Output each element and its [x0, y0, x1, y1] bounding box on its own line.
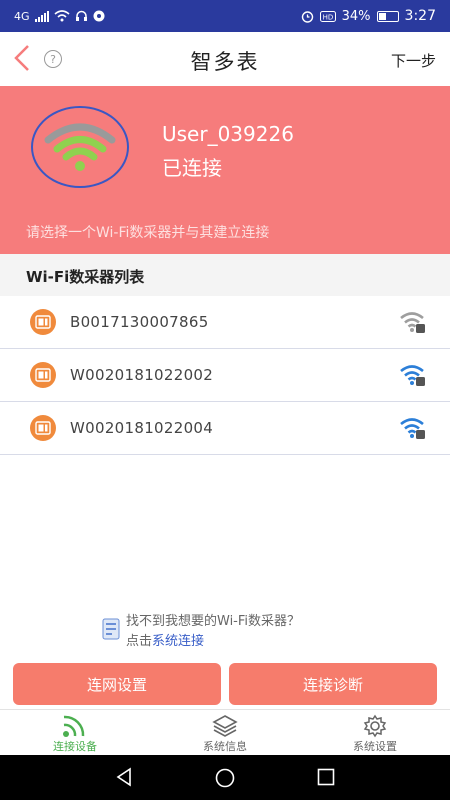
tab-label: 系统信息 — [203, 740, 247, 753]
tab-connect-device[interactable]: 连接设备 — [20, 714, 130, 754]
status-left: 4G — [14, 10, 105, 23]
status-right: HD 34% 3:27 — [301, 8, 436, 24]
svg-text:HD: HD — [322, 13, 333, 21]
network-settings-button[interactable]: 连网设置 — [13, 663, 221, 705]
device-row[interactable]: W0020181022002 — [0, 349, 450, 402]
device-id: W0020181022002 — [70, 366, 214, 384]
device-row[interactable]: B0017130007865 — [0, 296, 450, 349]
wifi-tab-icon — [63, 715, 85, 737]
tab-system-settings[interactable]: 系统设置 — [320, 714, 430, 754]
wifi-large-icon — [44, 123, 116, 171]
alarm-icon — [301, 10, 313, 23]
connection-status: 已连接 — [162, 156, 222, 180]
connection-banner: User_039226 已连接 请选择一个Wi-Fi数采器并与其建立连接 — [0, 86, 450, 254]
gear-icon — [363, 714, 387, 738]
logger-device-icon — [30, 309, 56, 335]
battery-icon — [376, 10, 399, 22]
status-bar: 4G HD 34% 3:27 — [0, 0, 450, 32]
system-nav-bar — [0, 755, 450, 800]
hd-icon: HD — [319, 10, 336, 22]
wifi-signal-strong-icon — [400, 365, 425, 386]
user-name: User_039226 — [162, 122, 294, 146]
tab-label: 连接设备 — [53, 740, 97, 753]
wifi-signal-weak-icon — [400, 312, 425, 333]
tab-label: 系统设置 — [353, 740, 397, 753]
prompt-line-2: 点击系统连接 — [126, 630, 204, 649]
device-row[interactable]: W0020181022004 — [0, 402, 450, 455]
nav-recents-icon[interactable] — [316, 767, 336, 787]
tab-system-info[interactable]: 系统信息 — [170, 714, 280, 754]
logger-device-icon — [30, 415, 56, 441]
wifi-connected-badge — [31, 106, 129, 188]
nav-back-icon[interactable] — [114, 767, 134, 787]
signal-icon — [34, 10, 49, 22]
header: ? 智多表 下一步 — [0, 32, 450, 86]
globe-icon — [93, 10, 105, 22]
device-id: W0020181022004 — [70, 419, 214, 437]
device-id: B0017130007865 — [70, 313, 209, 331]
layers-icon — [212, 715, 238, 737]
headset-icon — [75, 10, 87, 21]
device-list-title: Wi-Fi数采器列表 — [0, 254, 450, 296]
prompt-line-1: 找不到我想要的Wi-Fi数采器？ — [126, 614, 301, 629]
system-connect-link[interactable]: 系统连接 — [152, 634, 204, 649]
wifi-status-icon — [54, 10, 70, 22]
bottom-tab-bar: 连接设备 系统信息 系统设置 — [0, 709, 450, 755]
prompt-prefix: 点击 — [126, 634, 153, 649]
page-title: 智多表 — [190, 50, 260, 74]
nav-home-icon[interactable] — [214, 767, 236, 789]
document-icon — [102, 618, 120, 640]
next-step-button[interactable]: 下一步 — [391, 50, 436, 71]
connection-diagnosis-button[interactable]: 连接诊断 — [229, 663, 437, 705]
clock: 3:27 — [404, 8, 436, 24]
wifi-signal-strong-icon — [400, 418, 425, 439]
device-list: B0017130007865 W0020181022002 W002018102… — [0, 296, 450, 455]
network-type: 4G — [14, 9, 30, 23]
banner-hint: 请选择一个Wi-Fi数采器并与其建立连接 — [26, 225, 270, 241]
logger-device-icon — [30, 362, 56, 388]
battery-percent: 34% — [341, 8, 371, 24]
